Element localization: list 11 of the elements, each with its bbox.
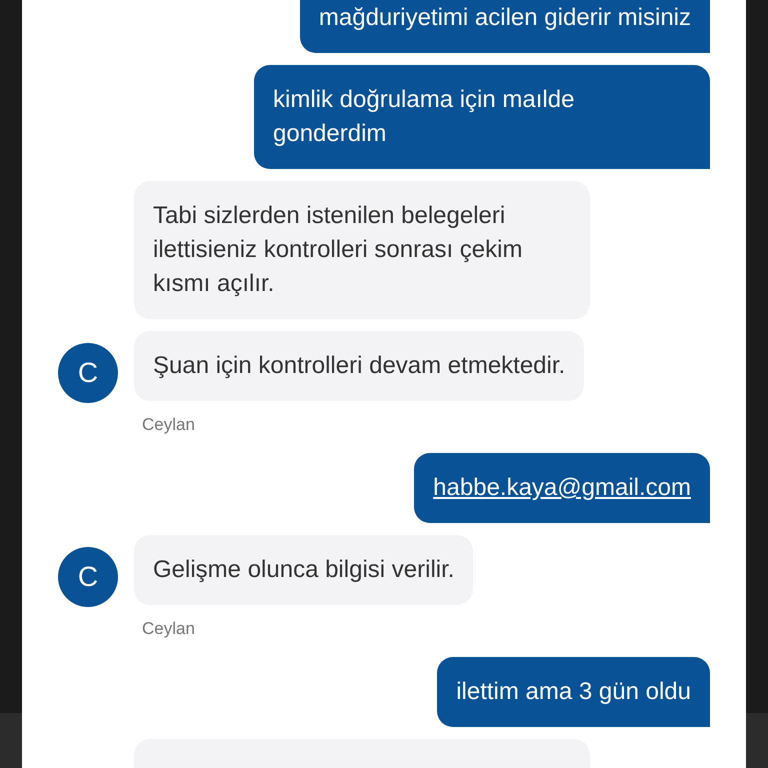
message-text: Tabi sizlerden istenilen belegeleri ilettisieniz kontrolleri sonrası çekim kısmı açılır. xyxy=(153,201,524,299)
avatar: C xyxy=(58,547,118,607)
message-text: Gelişme olunca bilgisi verilir. xyxy=(153,555,454,585)
message-text: mağduriyetimi acilen giderir misiniz xyxy=(318,3,691,33)
avatar: C xyxy=(58,343,118,403)
email-link[interactable]: habbe.kaya@gmail.com xyxy=(433,474,691,501)
message-text: Şuan için kontrolleri devam etmektedir. xyxy=(153,351,566,381)
message-text: kimlik doğrulama için maılde gonderdim xyxy=(273,85,576,149)
sender-name: Ceylan xyxy=(142,619,196,639)
message-text: ilettim ama 3 gün oldu xyxy=(456,677,691,707)
sender-name: Ceylan xyxy=(142,415,196,435)
